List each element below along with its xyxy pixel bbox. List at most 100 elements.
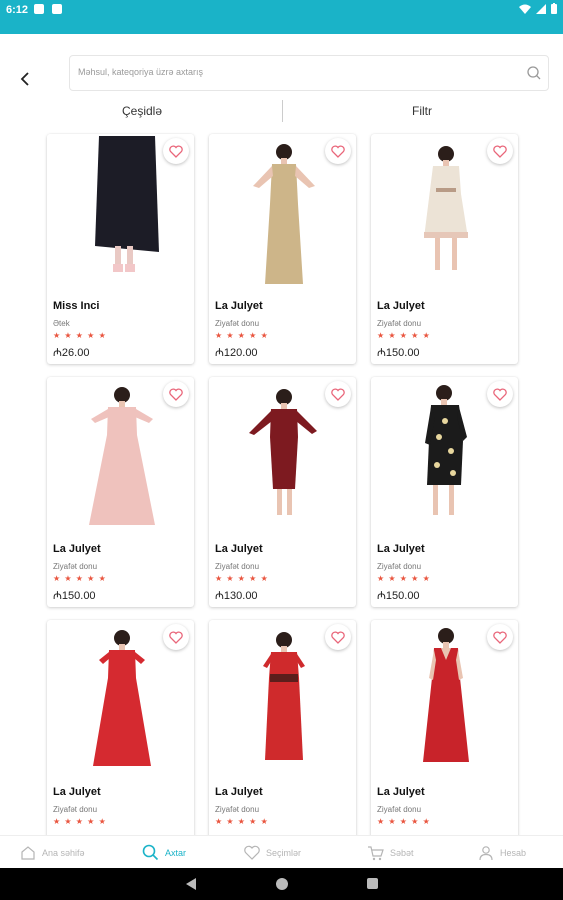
system-home-icon[interactable] [276,878,288,890]
product-brand: La Julyet [215,786,263,798]
product-brand: La Julyet [53,543,101,555]
product-card[interactable]: Miss Inci Ətek ★ ★ ★ ★ ★ ₼26.00 [47,134,194,364]
product-category: Ziyafət donu [53,562,98,571]
heart-icon [244,845,260,860]
product-price: ₼130.00 [215,590,258,602]
heart-icon [493,387,507,401]
product-brand: La Julyet [215,543,263,555]
nav-label: Seçimlər [266,847,302,858]
product-category: Ziyafət donu [215,562,260,571]
wifi-icon [519,4,531,14]
product-card[interactable]: La Julyet Ziyafət donu ★ ★ ★ ★ ★ ₼150.00 [47,377,194,607]
product-card[interactable]: La Julyet Ziyafət donu ★ ★ ★ ★ ★ ₼150.00 [371,134,518,364]
search-placeholder: Məhsul, kateqoriya üzrə axtarış [78,67,204,77]
heart-icon [331,144,345,158]
nav-label: Axtar [165,847,187,858]
product-card[interactable]: La Julyet Ziyafət donu ★ ★ ★ ★ ★ ₼120.00 [209,134,356,364]
rating-stars: ★ ★ ★ ★ ★ [377,574,431,583]
favorite-button[interactable] [325,624,351,650]
search-input[interactable]: Məhsul, kateqoriya üzrə axtarış [69,55,549,91]
arrow-left-icon [20,72,29,86]
nav-label: Ana səhifə [42,847,85,858]
divider [282,100,283,122]
rating-stars: ★ ★ ★ ★ ★ [215,574,269,583]
rating-stars: ★ ★ ★ ★ ★ [53,817,107,826]
dress-shape [93,650,151,766]
product-category: Ziyafət donu [377,805,422,814]
rating-stars: ★ ★ ★ ★ ★ [215,331,269,340]
nav-item-account[interactable]: Hesab [478,836,526,869]
nav-item-cart[interactable]: Səbət [367,836,414,869]
dress-shape [424,166,468,238]
dress-shape [265,652,303,760]
notification-icon [34,4,44,14]
heart-icon [331,387,345,401]
battery-icon [551,3,557,14]
dress-shape [265,164,303,284]
nav-item-favorites[interactable]: Seçimlər [244,836,301,869]
sim-card-icon [52,4,62,14]
favorite-button[interactable] [163,381,189,407]
product-brand: La Julyet [215,300,263,312]
back-button[interactable] [14,68,36,90]
search-icon[interactable] [526,65,542,81]
rating-stars: ★ ★ ★ ★ ★ [377,817,431,826]
heart-icon [493,144,507,158]
product-brand: La Julyet [377,300,425,312]
heart-icon [169,387,183,401]
product-price: ₼150.00 [53,590,96,602]
product-card[interactable]: La Julyet Ziyafət donu ★ ★ ★ ★ ★ [371,620,518,835]
status-time: 6:12 [6,4,29,16]
product-category: Ziyafət donu [215,319,260,328]
product-brand: La Julyet [53,786,101,798]
bottom-navigation: Ana səhifə Axtar Seçimlər Səbət Hesab [0,835,563,868]
favorite-button[interactable] [325,138,351,164]
nav-label: Səbət [390,847,414,858]
favorite-button[interactable] [487,624,513,650]
product-card[interactable]: La Julyet Ziyafət donu ★ ★ ★ ★ ★ ₼150.00 [371,377,518,607]
heart-icon [169,630,183,644]
nav-label: Hesab [500,847,527,858]
home-icon [21,845,35,860]
status-bar: 6:12 [0,0,563,34]
system-recent-apps-icon[interactable] [367,878,378,889]
user-icon [479,845,493,860]
favorite-button[interactable] [487,381,513,407]
product-category: Ziyafət donu [377,319,422,328]
product-price: ₼120.00 [215,347,258,359]
product-price: ₼26.00 [53,347,90,359]
favorite-button[interactable] [163,624,189,650]
favorite-button[interactable] [163,138,189,164]
sort-filter-bar: Çeşidlə Filtr [0,95,563,127]
sort-button[interactable]: Çeşidlə [42,95,242,127]
nav-item-home[interactable]: Ana səhifə [20,836,85,869]
dress-shape [423,648,469,762]
system-back-icon[interactable] [186,878,196,890]
nav-item-search[interactable]: Axtar [142,836,186,869]
product-card[interactable]: La Julyet Ziyafət donu ★ ★ ★ ★ ★ ₼130.00 [209,377,356,607]
rating-stars: ★ ★ ★ ★ ★ [377,331,431,340]
favorite-button[interactable] [487,138,513,164]
product-brand: Miss Inci [53,300,100,312]
heart-icon [493,630,507,644]
product-price: ₼150.00 [377,590,420,602]
product-brand: La Julyet [377,543,425,555]
product-brand: La Julyet [377,786,425,798]
dress-shape [270,409,298,489]
product-category: Ziyafət donu [215,805,260,814]
filter-button[interactable]: Filtr [322,95,522,127]
system-navigation-bar [0,868,563,900]
product-category: Ətek [53,319,70,328]
heart-icon [169,144,183,158]
favorite-button[interactable] [325,381,351,407]
product-grid: Miss Inci Ətek ★ ★ ★ ★ ★ ₼26.00 La Julye… [0,132,563,835]
product-category: Ziyafət donu [53,805,98,814]
rating-stars: ★ ★ ★ ★ ★ [53,574,107,583]
rating-stars: ★ ★ ★ ★ ★ [53,331,107,340]
product-card[interactable]: La Julyet Ziyafət donu ★ ★ ★ ★ ★ [47,620,194,835]
cart-icon [368,845,384,860]
product-card[interactable]: La Julyet Ziyafət donu ★ ★ ★ ★ ★ [209,620,356,835]
heart-icon [331,630,345,644]
dress-shape [89,407,155,525]
search-icon [142,844,159,861]
